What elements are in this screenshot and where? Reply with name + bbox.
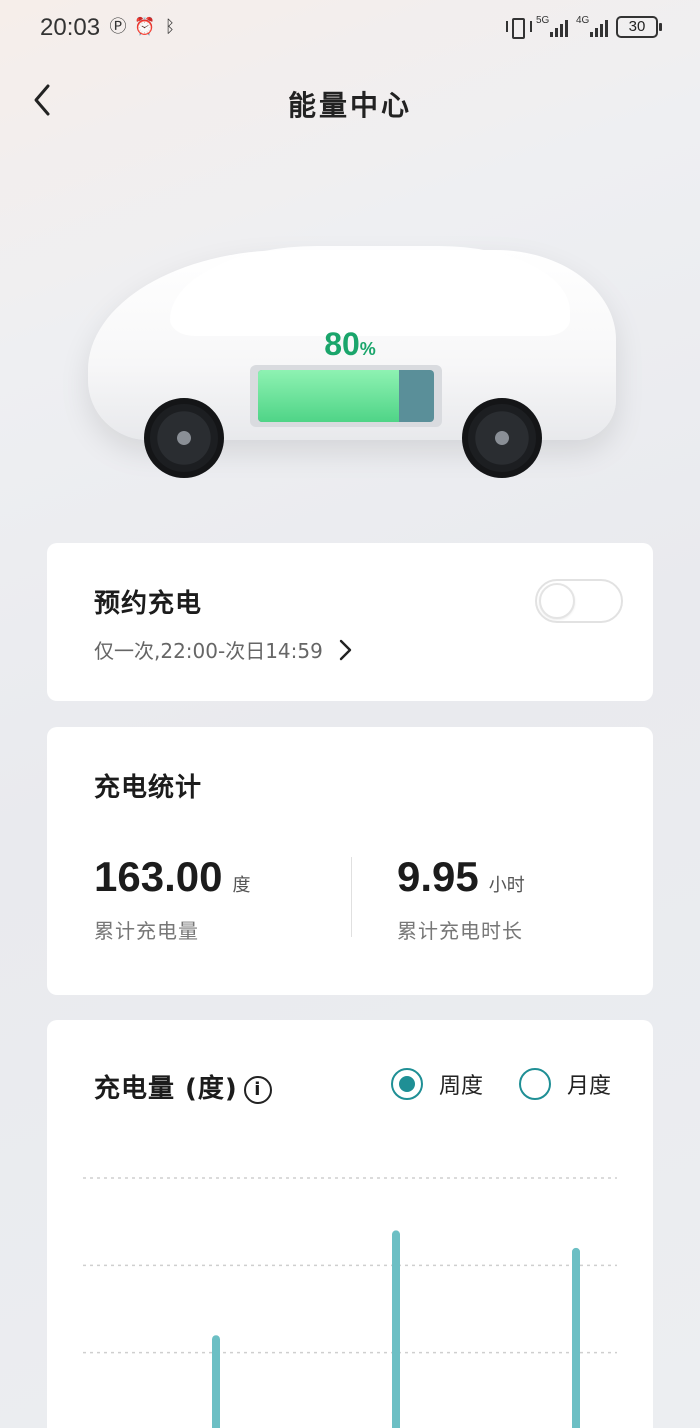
stat-divider [351, 857, 352, 937]
chart-bar[interactable] [212, 1335, 220, 1428]
scheduled-charging-time: 仅一次,22:00-次日14:59 [94, 639, 323, 663]
alarm-icon: ⏰ [134, 17, 156, 37]
battery-percent-value: 80 [324, 326, 360, 362]
page-title: 能量中心 [287, 89, 412, 122]
total-duration-stat: 9.95 小时 累计充电时长 [397, 853, 525, 944]
status-time: 20:03 [40, 14, 101, 41]
chart-bar[interactable] [572, 1247, 580, 1428]
total-duration-label: 累计充电时长 [397, 919, 523, 943]
total-energy-label: 累计充电量 [94, 919, 199, 943]
total-energy-unit: 度 [232, 875, 251, 896]
total-duration-unit: 小时 [488, 875, 525, 896]
battery-level-fill [258, 370, 399, 422]
battery-level-bar [258, 370, 434, 422]
battery-percent-sign: % [359, 339, 376, 359]
front-wheel [144, 398, 224, 478]
chevron-right-icon [339, 639, 352, 660]
signal-4g-label: 4G [576, 15, 590, 26]
status-icons-right: 5G 4G 30 [506, 15, 662, 39]
chart-bar[interactable] [392, 1230, 400, 1428]
status-bar: 20:03 Ⓟ ⏰ ᛒ 5G 4G 30 [0, 0, 700, 60]
vehicle-illustration: 80% [80, 240, 620, 490]
toggle-knob [539, 583, 575, 619]
signal-5g-icon: 5G [536, 15, 568, 37]
scheduled-charging-detail[interactable]: 仅一次,22:00-次日14:59 [94, 635, 353, 664]
nfc-icon: Ⓟ [109, 17, 127, 37]
charging-stats-title: 充电统计 [94, 773, 203, 803]
signal-4g-icon: 4G [576, 15, 608, 37]
total-energy-value: 163.00 [94, 853, 223, 900]
scheduled-charging-card[interactable]: 预约充电 仅一次,22:00-次日14:59 [47, 543, 653, 701]
charging-energy-chart-card: 充电量 (度) i 周度 月度 [47, 1020, 653, 1428]
total-duration-value: 9.95 [397, 853, 479, 900]
charging-energy-chart [83, 1177, 617, 1428]
signal-5g-label: 5G [536, 15, 550, 26]
scheduled-charging-title: 预约充电 [94, 589, 203, 619]
rear-wheel [462, 398, 542, 478]
battery-percent: 80% [260, 326, 440, 363]
bluetooth-icon: ᛒ [164, 17, 176, 37]
car-roof [170, 246, 570, 336]
scheduled-charging-toggle[interactable] [535, 579, 623, 623]
battery-icon: 30 [616, 16, 662, 38]
charging-stats-card: 充电统计 163.00 度 累计充电量 9.95 小时 累计充电时长 [47, 727, 653, 995]
nav-bar: 能量中心 [0, 70, 700, 130]
vibrate-icon [506, 17, 532, 39]
total-energy-stat: 163.00 度 累计充电量 [94, 853, 250, 944]
status-icons-left: Ⓟ ⏰ ᛒ [108, 17, 180, 37]
